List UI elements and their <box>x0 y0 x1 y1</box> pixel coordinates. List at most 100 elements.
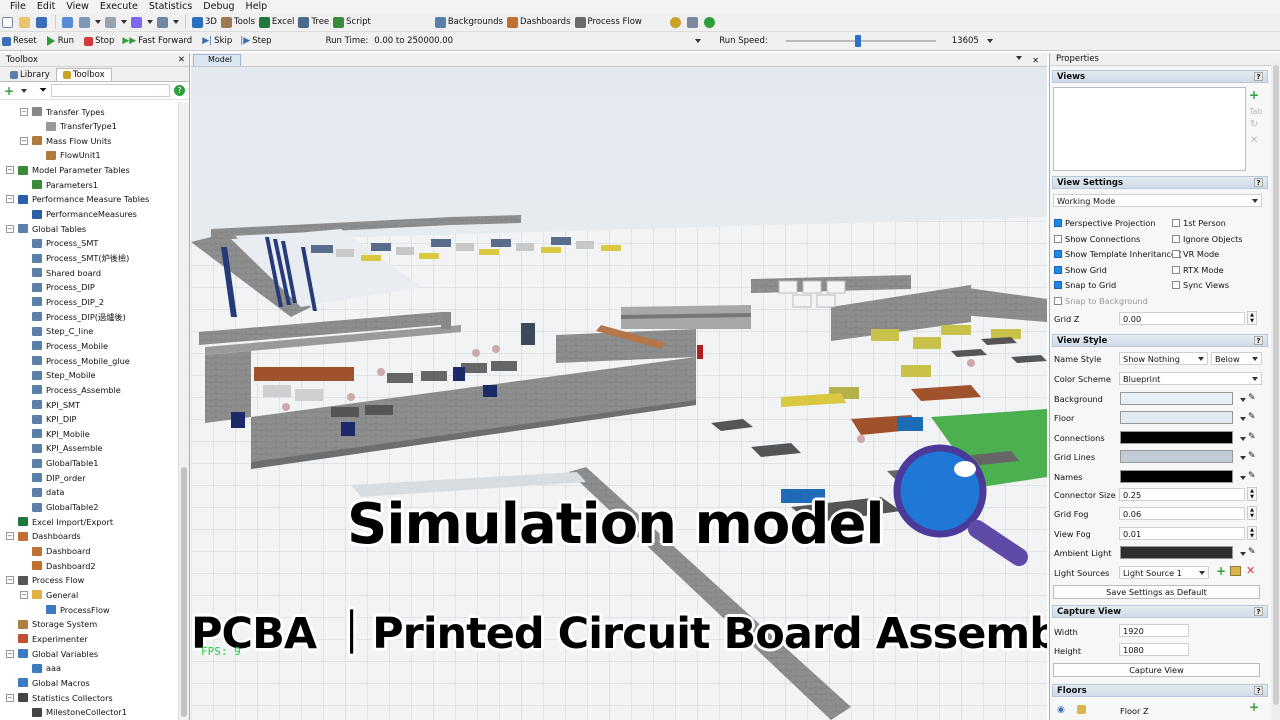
toolbox-scrollbar-thumb[interactable] <box>181 467 187 717</box>
run-speed-dropdown-icon[interactable] <box>986 39 993 43</box>
add-light-icon[interactable]: + <box>1216 564 1226 578</box>
checkbox-icon[interactable] <box>1172 219 1180 227</box>
chevron-down-icon[interactable] <box>1240 552 1246 556</box>
check-option[interactable]: VR Mode <box>1172 247 1219 261</box>
excel-button[interactable]: Excel <box>257 14 297 31</box>
menu-debug[interactable]: Debug <box>203 1 234 12</box>
tree-item[interactable]: KPI_Mobile <box>20 427 90 440</box>
group-button[interactable] <box>155 14 181 31</box>
capture-width-field[interactable]: 1920 <box>1119 624 1189 637</box>
check-option[interactable]: Perspective Projection <box>1054 216 1156 230</box>
color-swatch[interactable] <box>1120 450 1233 464</box>
tree-item[interactable]: − Dashboards <box>6 530 81 543</box>
tree-item[interactable]: − Mass Flow Units <box>20 134 111 147</box>
name-style-select[interactable]: Show Nothing <box>1119 352 1208 365</box>
checkbox-icon[interactable] <box>1054 250 1062 258</box>
refresh-view-icon[interactable]: ↻ <box>1250 119 1258 130</box>
eyedropper-icon[interactable]: ✎ <box>1248 547 1258 557</box>
checkbox-icon[interactable] <box>1054 219 1062 227</box>
view-style-section-header[interactable]: View Style? <box>1052 334 1268 347</box>
grid-z-field[interactable]: 0.00 <box>1119 312 1245 325</box>
run-speed-thumb[interactable] <box>854 35 861 47</box>
menu-file[interactable]: File <box>10 1 26 12</box>
dashboards-button[interactable]: Dashboards <box>505 14 573 31</box>
tree-item[interactable]: ProcessFlow <box>34 603 110 616</box>
close-icon[interactable]: ✕ <box>1032 56 1039 65</box>
save-button[interactable] <box>34 14 51 31</box>
tree-item[interactable]: − Global Variables <box>6 647 98 660</box>
collapse-icon[interactable]: − <box>6 693 14 702</box>
script-button[interactable]: Script <box>331 14 373 31</box>
new-file-button[interactable] <box>0 14 17 31</box>
eyedropper-icon[interactable]: ✎ <box>1248 432 1258 442</box>
grid-fog-spinner[interactable]: ▲ ▼ <box>1247 506 1257 520</box>
check-option[interactable]: Snap to Grid <box>1054 278 1116 292</box>
filter-icon[interactable]: ⏷ <box>39 85 47 96</box>
tree-item[interactable]: Dashboard2 <box>20 559 96 572</box>
menu-view[interactable]: View <box>66 1 89 12</box>
check-option[interactable]: Ignore Objects <box>1172 232 1243 246</box>
chevron-down-icon[interactable] <box>1016 56 1023 60</box>
collapse-icon[interactable]: − <box>6 166 14 175</box>
tree-item[interactable]: KPI_DIP <box>20 413 76 426</box>
views-list[interactable] <box>1053 87 1246 171</box>
chevron-down-icon[interactable] <box>1240 456 1246 461</box>
menu-edit[interactable]: Edit <box>37 1 55 12</box>
collapse-icon[interactable]: − <box>6 195 14 204</box>
grid-fog-field[interactable]: 0.06 <box>1119 507 1245 520</box>
collapse-icon[interactable]: − <box>20 107 28 116</box>
reset-button[interactable]: Reset <box>0 33 39 50</box>
name-position-select[interactable]: Below <box>1211 352 1262 365</box>
delete-light-icon[interactable]: ✕ <box>1246 564 1255 577</box>
run-button[interactable]: Run <box>45 33 76 50</box>
menu-execute[interactable]: Execute <box>100 1 138 12</box>
lock-icon[interactable] <box>1077 705 1086 714</box>
toolbox-scrollbar[interactable] <box>178 102 189 720</box>
floor-row[interactable]: ◉ Floor Z <box>1053 703 1263 719</box>
add-view-icon[interactable]: + <box>1249 88 1259 102</box>
collapse-icon[interactable]: − <box>6 649 14 658</box>
tree-item[interactable]: − Performance Measure Tables <box>6 193 149 206</box>
color-swatch[interactable] <box>1120 430 1233 444</box>
tree-item[interactable]: Experimenter <box>6 632 88 645</box>
view-fog-field[interactable]: 0.01 <box>1119 527 1245 540</box>
color-swatch[interactable] <box>1120 392 1233 405</box>
tree-item[interactable]: − Model Parameter Tables <box>6 164 130 177</box>
tree-item[interactable]: Step_C_line <box>20 325 93 338</box>
close-icon[interactable]: ✕ <box>178 55 185 65</box>
view-fog-spinner[interactable]: ▲ ▼ <box>1247 526 1257 540</box>
tree-item[interactable]: Storage System <box>6 618 97 631</box>
tree-item[interactable]: Process_Mobile <box>20 339 108 352</box>
tree-item[interactable]: − Transfer Types <box>20 105 105 118</box>
floors-section-header[interactable]: Floors? <box>1052 684 1268 697</box>
chevron-down-icon[interactable] <box>1240 475 1246 480</box>
eyedropper-icon[interactable]: ✎ <box>1248 471 1258 481</box>
check-option[interactable]: Show Grid <box>1054 263 1107 277</box>
add-icon[interactable]: + <box>4 84 14 98</box>
tree-item[interactable]: Parameters1 <box>20 178 98 191</box>
remove-view-icon[interactable]: ✕ <box>1250 135 1258 146</box>
help-icon[interactable]: ? <box>1254 72 1263 81</box>
pointer-mode-button[interactable] <box>60 14 77 31</box>
menu-help[interactable]: Help <box>246 1 268 12</box>
eye-icon[interactable]: ◉ <box>1057 705 1065 715</box>
help-icon[interactable]: ? <box>1254 336 1263 345</box>
tree-item[interactable]: Excel Import/Export <box>6 515 113 528</box>
chevron-down-icon[interactable] <box>1240 417 1246 422</box>
collapse-icon[interactable]: − <box>6 532 14 541</box>
checkbox-icon[interactable] <box>1054 281 1062 289</box>
tree-item[interactable]: Global Macros <box>6 676 90 689</box>
process-flow-button[interactable]: Process Flow <box>573 14 644 31</box>
eyedropper-icon[interactable]: ✎ <box>1248 451 1258 461</box>
run-speed-slider[interactable] <box>785 35 936 47</box>
color-scheme-select[interactable]: Blueprint <box>1119 372 1262 385</box>
ambient-light-swatch[interactable] <box>1120 546 1233 559</box>
connect-mode-button[interactable] <box>77 14 103 31</box>
capture-view-section-header[interactable]: Capture View? <box>1052 605 1268 618</box>
tree-item[interactable]: Dashboard <box>20 545 90 558</box>
chevron-down-icon[interactable] <box>21 88 28 93</box>
chevron-down-icon[interactable] <box>1240 436 1246 441</box>
help-icon[interactable]: ? <box>1254 178 1263 187</box>
help-button[interactable] <box>702 14 719 31</box>
tools-mode-button[interactable] <box>103 14 129 31</box>
